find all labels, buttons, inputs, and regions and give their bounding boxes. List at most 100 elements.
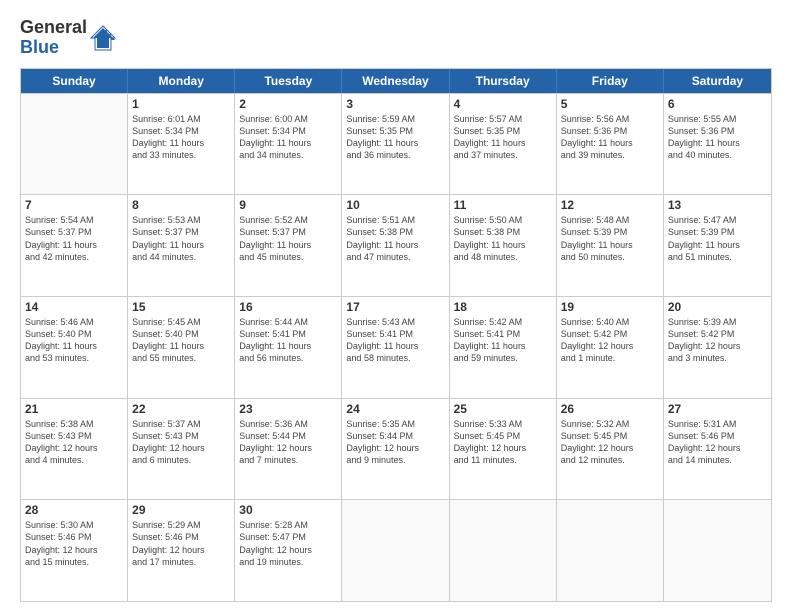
calendar-row-1: 1 Sunrise: 6:01 AM Sunset: 5:34 PM Daylig… [21, 93, 771, 195]
day-number: 17 [346, 300, 444, 314]
day-number: 13 [668, 198, 767, 212]
cell-daylight-info: Sunrise: 5:39 AM Sunset: 5:42 PM Dayligh… [668, 316, 767, 365]
cell-daylight-info: Sunrise: 5:54 AM Sunset: 5:37 PM Dayligh… [25, 214, 123, 263]
calendar-cell-5: 5 Sunrise: 5:56 AM Sunset: 5:36 PM Daylig… [557, 94, 664, 195]
cell-daylight-info: Sunrise: 5:55 AM Sunset: 5:36 PM Dayligh… [668, 113, 767, 162]
calendar-cell-13: 13 Sunrise: 5:47 AM Sunset: 5:39 PM Dayli… [664, 195, 771, 296]
cell-daylight-info: Sunrise: 5:40 AM Sunset: 5:42 PM Dayligh… [561, 316, 659, 365]
calendar-cell-24: 24Sunrise: 5:35 AM Sunset: 5:44 PM Dayli… [342, 399, 449, 500]
day-number: 30 [239, 503, 337, 517]
cell-daylight-info: Sunrise: 5:38 AM Sunset: 5:43 PM Dayligh… [25, 418, 123, 467]
cell-daylight-info: Sunrise: 5:32 AM Sunset: 5:45 PM Dayligh… [561, 418, 659, 467]
cell-daylight-info: Sunrise: 5:47 AM Sunset: 5:39 PM Dayligh… [668, 214, 767, 263]
calendar-cell-14: 14 Sunrise: 5:46 AM Sunset: 5:40 PM Dayli… [21, 297, 128, 398]
cell-daylight-info: Sunrise: 5:46 AM Sunset: 5:40 PM Dayligh… [25, 316, 123, 365]
calendar-cell-9: 9Sunrise: 5:52 AM Sunset: 5:37 PM Daylig… [235, 195, 342, 296]
calendar-cell-3: 3Sunrise: 5:59 AM Sunset: 5:35 PM Daylig… [342, 94, 449, 195]
cell-daylight-info: Sunrise: 5:45 AM Sunset: 5:40 PM Dayligh… [132, 316, 230, 365]
calendar-cell-19: 19 Sunrise: 5:40 AM Sunset: 5:42 PM Dayli… [557, 297, 664, 398]
calendar-cell-30: 30 Sunrise: 5:28 AM Sunset: 5:47 PM Dayli… [235, 500, 342, 601]
calendar-cell-empty [557, 500, 664, 601]
day-number: 14 [25, 300, 123, 314]
calendar-cell-28: 28 Sunrise: 5:30 AM Sunset: 5:46 PM Dayli… [21, 500, 128, 601]
day-number: 20 [668, 300, 767, 314]
logo-icon [89, 24, 117, 52]
calendar-cell-empty [450, 500, 557, 601]
calendar-cell-empty [21, 94, 128, 195]
weekday-header-wednesday: Wednesday [342, 69, 449, 93]
day-number: 10 [346, 198, 444, 212]
calendar-cell-11: 11Sunrise: 5:50 AM Sunset: 5:38 PM Dayli… [450, 195, 557, 296]
day-number: 22 [132, 402, 230, 416]
calendar-row-2: 7 Sunrise: 5:54 AM Sunset: 5:37 PM Daylig… [21, 194, 771, 296]
weekday-header-saturday: Saturday [664, 69, 771, 93]
weekday-header-monday: Monday [128, 69, 235, 93]
day-number: 21 [25, 402, 123, 416]
calendar-cell-15: 15Sunrise: 5:45 AM Sunset: 5:40 PM Dayli… [128, 297, 235, 398]
day-number: 8 [132, 198, 230, 212]
weekday-header-thursday: Thursday [450, 69, 557, 93]
day-number: 2 [239, 97, 337, 111]
calendar-cell-25: 25 Sunrise: 5:33 AM Sunset: 5:45 PM Dayli… [450, 399, 557, 500]
cell-daylight-info: Sunrise: 5:30 AM Sunset: 5:46 PM Dayligh… [25, 519, 123, 568]
day-number: 28 [25, 503, 123, 517]
logo-text: General Blue [20, 18, 87, 58]
day-number: 27 [668, 402, 767, 416]
calendar-cell-12: 12 Sunrise: 5:48 AM Sunset: 5:39 PM Dayli… [557, 195, 664, 296]
day-number: 5 [561, 97, 659, 111]
day-number: 25 [454, 402, 552, 416]
calendar-cell-23: 23Sunrise: 5:36 AM Sunset: 5:44 PM Dayli… [235, 399, 342, 500]
calendar-cell-empty [664, 500, 771, 601]
calendar-cell-26: 26 Sunrise: 5:32 AM Sunset: 5:45 PM Dayli… [557, 399, 664, 500]
weekday-header-friday: Friday [557, 69, 664, 93]
calendar-cell-29: 29Sunrise: 5:29 AM Sunset: 5:46 PM Dayli… [128, 500, 235, 601]
cell-daylight-info: Sunrise: 5:33 AM Sunset: 5:45 PM Dayligh… [454, 418, 552, 467]
day-number: 19 [561, 300, 659, 314]
calendar-cell-4: 4 Sunrise: 5:57 AM Sunset: 5:35 PM Daylig… [450, 94, 557, 195]
cell-daylight-info: Sunrise: 5:50 AM Sunset: 5:38 PM Dayligh… [454, 214, 552, 263]
cell-daylight-info: Sunrise: 5:48 AM Sunset: 5:39 PM Dayligh… [561, 214, 659, 263]
calendar-cell-18: 18Sunrise: 5:42 AM Sunset: 5:41 PM Dayli… [450, 297, 557, 398]
calendar-cell-empty [342, 500, 449, 601]
calendar-header: SundayMondayTuesdayWednesdayThursdayFrid… [21, 69, 771, 93]
calendar-cell-17: 17 Sunrise: 5:43 AM Sunset: 5:41 PM Dayli… [342, 297, 449, 398]
day-number: 3 [346, 97, 444, 111]
cell-daylight-info: Sunrise: 5:28 AM Sunset: 5:47 PM Dayligh… [239, 519, 337, 568]
cell-daylight-info: Sunrise: 6:01 AM Sunset: 5:34 PM Dayligh… [132, 113, 230, 162]
day-number: 16 [239, 300, 337, 314]
cell-daylight-info: Sunrise: 5:51 AM Sunset: 5:38 PM Dayligh… [346, 214, 444, 263]
calendar-row-3: 14 Sunrise: 5:46 AM Sunset: 5:40 PM Dayli… [21, 296, 771, 398]
calendar-row-5: 28 Sunrise: 5:30 AM Sunset: 5:46 PM Dayli… [21, 499, 771, 601]
calendar-cell-8: 8 Sunrise: 5:53 AM Sunset: 5:37 PM Daylig… [128, 195, 235, 296]
calendar-cell-22: 22 Sunrise: 5:37 AM Sunset: 5:43 PM Dayli… [128, 399, 235, 500]
calendar-cell-27: 27 Sunrise: 5:31 AM Sunset: 5:46 PM Dayli… [664, 399, 771, 500]
cell-daylight-info: Sunrise: 5:36 AM Sunset: 5:44 PM Dayligh… [239, 418, 337, 467]
cell-daylight-info: Sunrise: 6:00 AM Sunset: 5:34 PM Dayligh… [239, 113, 337, 162]
calendar-body: 1 Sunrise: 6:01 AM Sunset: 5:34 PM Daylig… [21, 93, 771, 601]
calendar-row-4: 21 Sunrise: 5:38 AM Sunset: 5:43 PM Dayli… [21, 398, 771, 500]
cell-daylight-info: Sunrise: 5:43 AM Sunset: 5:41 PM Dayligh… [346, 316, 444, 365]
day-number: 26 [561, 402, 659, 416]
page-header: General Blue [20, 18, 772, 58]
cell-daylight-info: Sunrise: 5:31 AM Sunset: 5:46 PM Dayligh… [668, 418, 767, 467]
cell-daylight-info: Sunrise: 5:56 AM Sunset: 5:36 PM Dayligh… [561, 113, 659, 162]
day-number: 1 [132, 97, 230, 111]
calendar-cell-2: 2 Sunrise: 6:00 AM Sunset: 5:34 PM Daylig… [235, 94, 342, 195]
cell-daylight-info: Sunrise: 5:44 AM Sunset: 5:41 PM Dayligh… [239, 316, 337, 365]
cell-daylight-info: Sunrise: 5:37 AM Sunset: 5:43 PM Dayligh… [132, 418, 230, 467]
calendar-cell-21: 21 Sunrise: 5:38 AM Sunset: 5:43 PM Dayli… [21, 399, 128, 500]
day-number: 4 [454, 97, 552, 111]
calendar: SundayMondayTuesdayWednesdayThursdayFrid… [20, 68, 772, 602]
calendar-cell-16: 16 Sunrise: 5:44 AM Sunset: 5:41 PM Dayli… [235, 297, 342, 398]
logo: General Blue [20, 18, 117, 58]
day-number: 12 [561, 198, 659, 212]
weekday-header-sunday: Sunday [21, 69, 128, 93]
cell-daylight-info: Sunrise: 5:53 AM Sunset: 5:37 PM Dayligh… [132, 214, 230, 263]
cell-daylight-info: Sunrise: 5:42 AM Sunset: 5:41 PM Dayligh… [454, 316, 552, 365]
day-number: 9 [239, 198, 337, 212]
calendar-cell-6: 6Sunrise: 5:55 AM Sunset: 5:36 PM Daylig… [664, 94, 771, 195]
cell-daylight-info: Sunrise: 5:57 AM Sunset: 5:35 PM Dayligh… [454, 113, 552, 162]
calendar-cell-20: 20 Sunrise: 5:39 AM Sunset: 5:42 PM Dayli… [664, 297, 771, 398]
cell-daylight-info: Sunrise: 5:29 AM Sunset: 5:46 PM Dayligh… [132, 519, 230, 568]
day-number: 7 [25, 198, 123, 212]
